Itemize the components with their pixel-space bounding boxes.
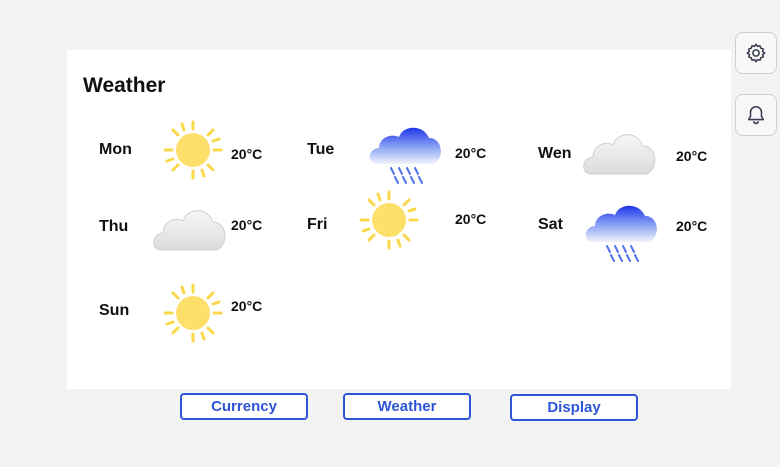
day-label-wen: Wen	[538, 145, 572, 162]
gear-icon	[746, 43, 766, 63]
day-label-mon: Mon	[99, 141, 132, 158]
day-label-fri: Fri	[307, 216, 328, 233]
day-label-thu: Thu	[99, 218, 129, 235]
bell-icon	[747, 105, 765, 125]
sun-icon	[359, 190, 419, 250]
sun-icon	[163, 283, 223, 343]
tab-weather[interactable]: Weather	[343, 393, 471, 420]
weather-panel: Weather Mon 20°C Tue 20°C Wen 20°C Thu 2…	[67, 50, 731, 389]
day-label-tue: Tue	[307, 141, 335, 158]
settings-button[interactable]	[735, 32, 777, 74]
temp-thu: 20°C	[231, 217, 263, 233]
rain-cloud-icon	[368, 126, 442, 184]
temp-fri: 20°C	[455, 211, 487, 227]
day-label-sat: Sat	[538, 216, 563, 233]
cloud-icon	[153, 210, 226, 251]
panel-title: Weather	[83, 74, 166, 97]
temp-wen: 20°C	[676, 148, 708, 164]
temp-mon: 20°C	[231, 146, 263, 162]
tab-currency[interactable]: Currency	[180, 393, 308, 420]
notifications-button[interactable]	[735, 94, 777, 136]
sun-icon	[163, 120, 223, 180]
temp-tue: 20°C	[455, 145, 487, 161]
rain-cloud-icon	[584, 204, 658, 262]
tab-display[interactable]: Display	[510, 394, 638, 421]
temp-sat: 20°C	[676, 218, 708, 234]
temp-sun: 20°C	[231, 298, 263, 314]
day-label-sun: Sun	[99, 302, 130, 319]
cloud-icon	[583, 134, 656, 175]
